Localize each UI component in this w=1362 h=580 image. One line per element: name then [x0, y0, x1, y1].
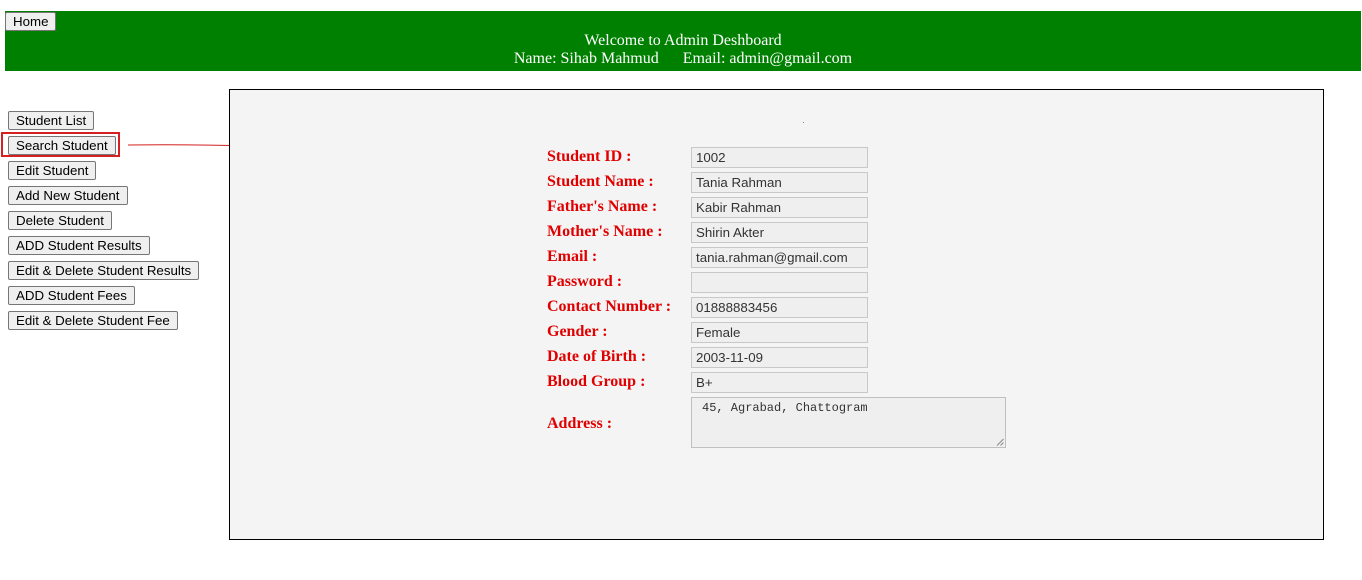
mothers-name-field[interactable]: Shirin Akter: [691, 222, 868, 243]
student-name-label: Student Name :: [547, 173, 654, 190]
add-new-student-button[interactable]: Add New Student: [8, 186, 128, 205]
edit-delete-student-fee-button[interactable]: Edit & Delete Student Fee: [8, 311, 178, 330]
address-textarea[interactable]: 45, Agrabad, Chattogram: [691, 397, 1006, 448]
admin-header: Welcome to Admin Deshboard Name: Sihab M…: [5, 11, 1361, 71]
blood-group-field[interactable]: B+: [691, 372, 868, 393]
edit-delete-student-results-button[interactable]: Edit & Delete Student Results: [8, 261, 200, 280]
student-list-button[interactable]: Student List: [8, 111, 95, 130]
fathers-name-label: Father's Name :: [547, 198, 658, 215]
student-name-field[interactable]: Tania Rahman: [691, 172, 868, 193]
fathers-name-field[interactable]: Kabir Rahman: [691, 197, 868, 218]
student-details-panel: Student ID : 1002 Student Name : Tania R…: [229, 89, 1324, 540]
address-text: 45, Agrabad, Chattogram: [702, 401, 868, 415]
welcome-title: Welcome to Admin Deshboard: [584, 32, 782, 49]
panel-dot: [803, 122, 804, 123]
home-button[interactable]: Home: [5, 12, 57, 31]
blood-group-label: Blood Group :: [547, 373, 646, 390]
add-student-fees-button[interactable]: ADD Student Fees: [8, 286, 135, 305]
edit-student-button[interactable]: Edit Student: [8, 161, 97, 180]
delete-student-button[interactable]: Delete Student: [8, 211, 112, 230]
gender-label: Gender :: [547, 323, 608, 340]
address-label: Address :: [547, 415, 613, 432]
contact-number-field[interactable]: 01888883456: [691, 297, 868, 318]
date-of-birth-field[interactable]: 2003-11-09: [691, 347, 868, 368]
password-field[interactable]: [691, 272, 868, 293]
search-student-highlight: [1, 132, 120, 157]
mothers-name-label: Mother's Name :: [547, 223, 663, 240]
email-label: Email :: [547, 248, 598, 265]
email-field[interactable]: tania.rahman@gmail.com: [691, 247, 868, 268]
contact-number-label: Contact Number :: [547, 298, 672, 315]
admin-user-info: Name: Sihab Mahmud Email: admin@gmail.co…: [513, 50, 853, 67]
date-of-birth-label: Date of Birth :: [547, 348, 647, 365]
student-id-field[interactable]: 1002: [691, 147, 868, 168]
add-student-results-button[interactable]: ADD Student Results: [8, 236, 150, 255]
password-label: Password :: [547, 273, 623, 290]
student-id-label: Student ID :: [547, 148, 632, 165]
resize-grip-icon[interactable]: [996, 438, 1004, 446]
gender-field[interactable]: Female: [691, 322, 868, 343]
